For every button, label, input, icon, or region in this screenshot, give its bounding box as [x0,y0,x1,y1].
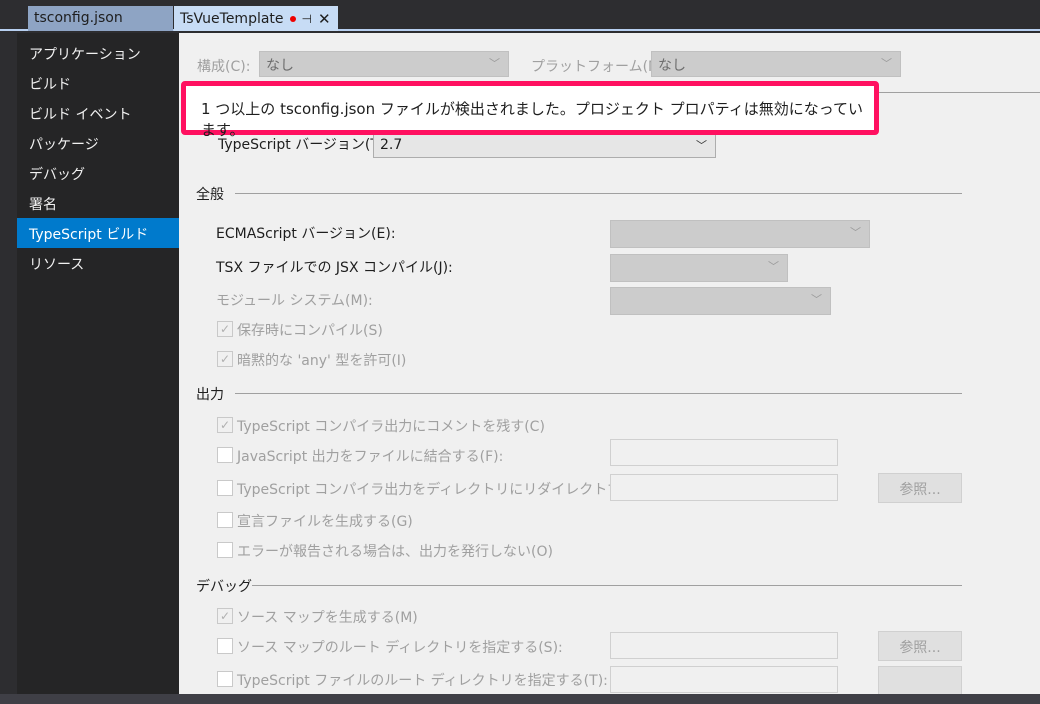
combine-js-label: JavaScript 出力をファイルに結合する(F): [237,449,504,465]
sidebar-item-typescript-build[interactable]: TypeScript ビルド [17,218,187,248]
browse-button[interactable]: 参照... [878,473,962,503]
sidebar-item-build[interactable]: ビルド [17,68,179,98]
source-maps-checkbox[interactable]: ✓ [217,608,233,624]
platform-label: プラットフォーム(M): [531,59,671,75]
source-maps-label: ソース マップを生成する(M) [237,610,418,626]
jsx-dropdown[interactable]: ﹀ [610,254,788,282]
chevron-down-icon: ﹀ [489,57,500,70]
redirect-label: TypeScript コンパイラ出力をディレクトリにリダイレクトする(D): [237,482,662,498]
no-emit-on-error-label: エラーが報告される場合は、出力を発行しない(O) [237,544,553,560]
declarations-checkbox[interactable] [217,512,233,528]
pin-icon[interactable]: ⊣ [302,12,312,26]
chevron-down-icon: ﹀ [768,260,779,273]
combine-js-input[interactable] [610,439,838,466]
ts-version-value: 2.7 [380,137,403,153]
combine-js-checkbox[interactable] [217,447,233,463]
close-icon[interactable]: ✕ [318,10,331,28]
sidebar: アプリケーション ビルド ビルド イベント パッケージ デバッグ 署名 Type… [17,33,187,694]
no-emit-on-error-checkbox[interactable] [217,542,233,558]
sidebar-item-application[interactable]: アプリケーション [17,38,179,68]
keep-comments-label: TypeScript コンパイラ出力にコメントを残す(C) [237,419,545,435]
module-label: モジュール システム(M): [216,293,373,309]
sidebar-item-signing[interactable]: 署名 [17,188,179,218]
tab-tsconfig[interactable]: tsconfig.json [28,6,173,31]
divider [235,393,962,394]
sidebar-item-debug[interactable]: デバッグ [17,158,179,188]
chevron-down-icon: ﹀ [850,226,861,239]
platform-dropdown[interactable]: なし ﹀ [651,51,901,77]
ecma-label: ECMAScript バージョン(E): [216,226,396,242]
config-label: 構成(C): [197,59,251,75]
redirect-input[interactable] [610,474,838,501]
alert-text: 1 つ以上の tsconfig.json ファイルが検出されました。プロジェクト… [201,100,864,139]
tab-label: TsVueTemplate [180,10,284,27]
section-output: 出力 [196,387,224,403]
implicit-any-label: 暗黙的な 'any' 型を許可(I) [237,353,407,369]
chevron-down-icon: ﹀ [696,139,707,152]
chevron-down-icon: ﹀ [881,57,892,70]
browse-button[interactable]: 参照... [878,631,962,661]
last-debug-row: TypeScript ファイルのルート ディレクトリを指定する(T): [179,666,1040,694]
ecma-dropdown[interactable]: ﹀ [610,220,870,248]
map-root-input[interactable] [610,632,838,659]
declarations-label: 宣言ファイルを生成する(G) [237,514,413,530]
tab-strip: tsconfig.json TsVueTemplate ⊣ ✕ [0,0,1040,31]
tab-tsvuetemplate[interactable]: TsVueTemplate ⊣ ✕ [174,6,338,31]
source-root-label: TypeScript ファイルのルート ディレクトリを指定する(T): [237,673,608,689]
platform-value: なし [658,58,686,74]
divider [235,193,962,194]
config-dropdown[interactable]: なし ﹀ [259,51,509,77]
sidebar-item-resources[interactable]: リソース [17,248,179,278]
ts-version-dropdown[interactable]: 2.7 ﹀ [373,133,716,158]
map-root-checkbox[interactable] [217,638,233,654]
compile-on-save-label: 保存時にコンパイル(S) [237,323,383,339]
sidebar-item-package[interactable]: パッケージ [17,128,179,158]
section-general: 全般 [196,187,224,203]
browse-button[interactable] [878,666,962,694]
source-root-checkbox[interactable] [217,671,233,687]
sidebar-item-build-events[interactable]: ビルド イベント [17,98,179,128]
config-value: なし [266,58,294,74]
modified-dot-icon [289,15,296,22]
map-root-label: ソース マップのルート ディレクトリを指定する(S): [237,640,563,656]
tab-label: tsconfig.json [34,10,123,26]
status-bar [0,694,1040,704]
source-root-input[interactable] [610,666,838,693]
jsx-label: TSX ファイルでの JSX コンパイル(J): [216,260,453,276]
divider [252,585,962,586]
keep-comments-checkbox[interactable]: ✓ [217,417,233,433]
implicit-any-checkbox[interactable]: ✓ [217,351,233,367]
tsconfig-detected-alert: 1 つ以上の tsconfig.json ファイルが検出されました。プロジェクト… [181,81,879,139]
chevron-down-icon: ﹀ [811,293,822,306]
redirect-checkbox[interactable] [217,480,233,496]
compile-on-save-checkbox[interactable]: ✓ [217,321,233,337]
module-dropdown[interactable]: ﹀ [610,287,831,315]
section-debug: デバッグ [196,579,252,595]
